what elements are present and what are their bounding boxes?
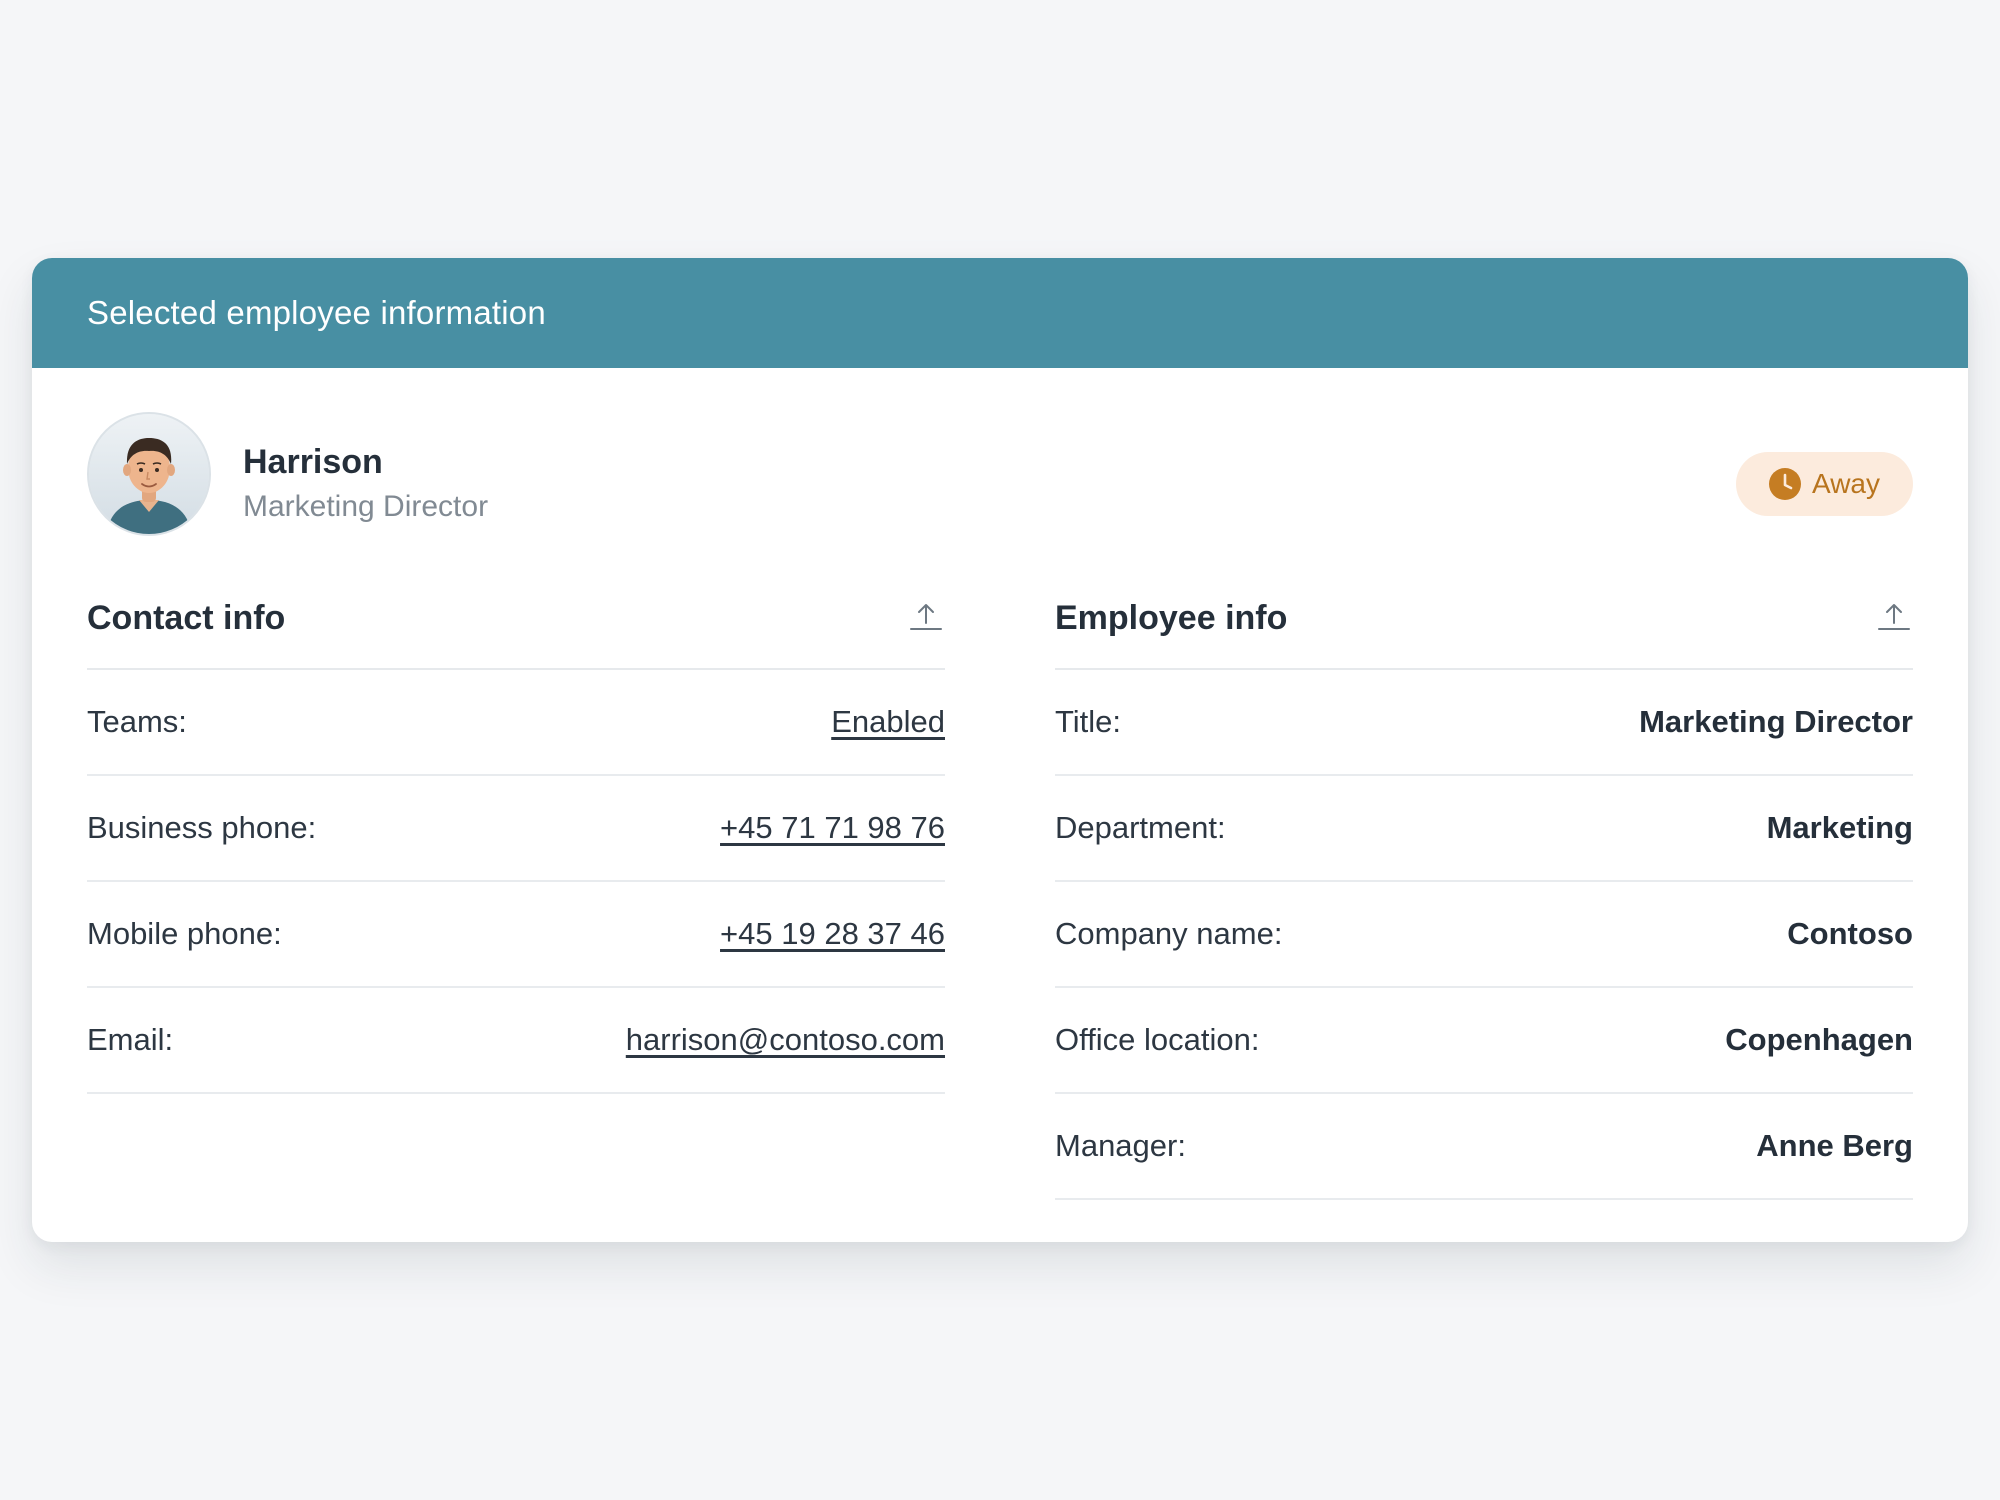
- email-link[interactable]: harrison@contoso.com: [626, 1022, 945, 1058]
- company-name-label: Company name:: [1055, 916, 1283, 951]
- office-location-label: Office location:: [1055, 1022, 1260, 1057]
- employee-info-section: Employee info Title: Marketing Director …: [1055, 558, 1913, 1200]
- company-name-value: Contoso: [1787, 916, 1913, 951]
- employee-row-office: Office location: Copenhagen: [1055, 988, 1913, 1094]
- status-badge: Away: [1736, 452, 1913, 516]
- contact-row-mobile-phone: Mobile phone: +45 19 28 37 46: [87, 882, 945, 988]
- teams-label: Teams:: [87, 704, 187, 739]
- status-label: Away: [1812, 468, 1880, 499]
- employee-info-card: Selected employee information Harrison M…: [32, 258, 1968, 1242]
- manager-label: Manager:: [1055, 1128, 1186, 1163]
- person-avatar: [87, 412, 211, 536]
- export-upload-icon[interactable]: [909, 601, 943, 635]
- title-value: Marketing Director: [1639, 704, 1913, 739]
- business-phone-label: Business phone:: [87, 810, 317, 845]
- employee-info-title: Employee info: [1055, 598, 1288, 637]
- info-columns: Contact info Teams: Enabled Business pho…: [87, 558, 1913, 1200]
- contact-info-title: Contact info: [87, 598, 286, 637]
- title-label: Title:: [1055, 704, 1122, 739]
- clock-icon: [1768, 467, 1802, 501]
- employee-row-title: Title: Marketing Director: [1055, 670, 1913, 776]
- employee-job-title: Marketing Director: [243, 490, 489, 523]
- employee-row-department: Department: Marketing: [1055, 776, 1913, 882]
- employee-info-header: Employee info: [1055, 558, 1913, 670]
- card-header: Selected employee information: [32, 258, 1968, 368]
- export-upload-icon[interactable]: [1877, 601, 1911, 635]
- contact-info-section: Contact info Teams: Enabled Business pho…: [87, 558, 945, 1200]
- employee-row-manager: Manager: Anne Berg: [1055, 1094, 1913, 1200]
- contact-row-business-phone: Business phone: +45 71 71 98 76: [87, 776, 945, 882]
- department-value: Marketing: [1766, 810, 1913, 845]
- contact-row-email: Email: harrison@contoso.com: [87, 988, 945, 1094]
- employee-profile: Harrison Marketing Director Away: [32, 368, 1968, 536]
- contact-info-header: Contact info: [87, 558, 945, 670]
- manager-value: Anne Berg: [1756, 1128, 1913, 1163]
- contact-row-teams: Teams: Enabled: [87, 670, 945, 776]
- business-phone-link[interactable]: +45 71 71 98 76: [720, 810, 945, 846]
- email-label: Email:: [87, 1022, 174, 1057]
- department-label: Department:: [1055, 810, 1226, 845]
- employee-row-company: Company name: Contoso: [1055, 882, 1913, 988]
- mobile-phone-label: Mobile phone:: [87, 916, 282, 951]
- card-title: Selected employee information: [87, 294, 546, 331]
- teams-link[interactable]: Enabled: [831, 704, 945, 740]
- mobile-phone-link[interactable]: +45 19 28 37 46: [720, 916, 945, 952]
- office-location-value: Copenhagen: [1725, 1022, 1913, 1057]
- employee-name: Harrison: [243, 443, 383, 481]
